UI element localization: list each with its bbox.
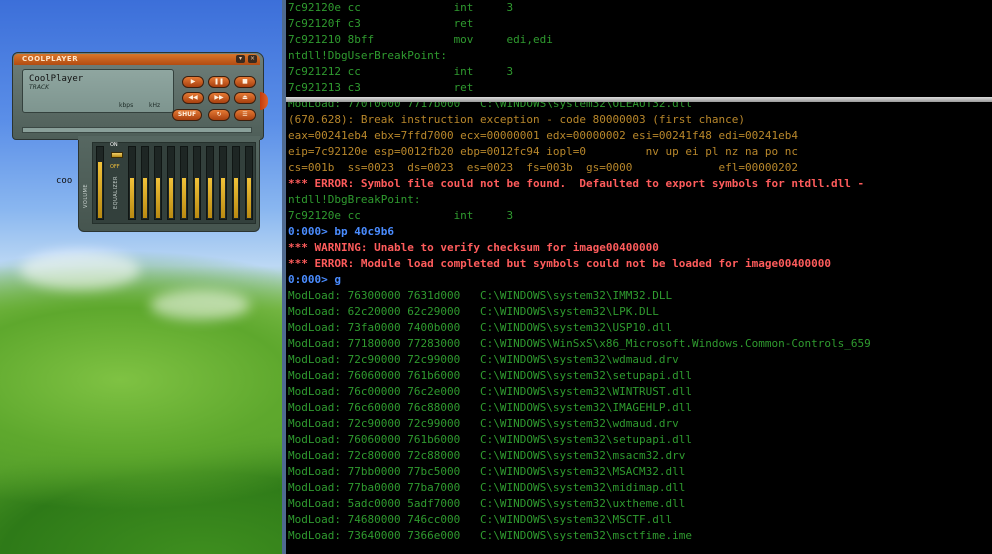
eq-band-slider[interactable] <box>154 146 162 220</box>
console-line: *** ERROR: Symbol file could not be foun… <box>288 177 865 190</box>
console-line: 7c92120e cc int 3 <box>288 1 514 14</box>
eq-band-slider[interactable] <box>141 146 149 220</box>
disassembly-pane[interactable]: 7c92120e cc int 3 7c92120f c3 ret 7c921210… <box>288 0 992 98</box>
console-line: cs=001b ss=0023 ds=0023 es=0023 fs=003b … <box>288 161 798 174</box>
console-line: eax=00241eb4 ebx=7ffd7000 ecx=00000001 e… <box>288 129 798 142</box>
console-line: ModLoad: 73fa0000 7400b000 C:\WINDOWS\sy… <box>288 321 673 334</box>
eq-band-level <box>182 178 186 218</box>
console-line: ModLoad: 5adc0000 5adf7000 C:\WINDOWS\sy… <box>288 497 686 510</box>
eq-band-slider[interactable] <box>180 146 188 220</box>
console-line: ModLoad: 76c00000 76c2e000 C:\WINDOWS\sy… <box>288 385 692 398</box>
console-line: ModLoad: 73640000 7366e000 C:\WINDOWS\sy… <box>288 529 692 542</box>
eq-band-level <box>169 178 173 218</box>
console-line: *** ERROR: Module load completed but sym… <box>288 257 832 270</box>
previous-button[interactable]: ◀◀ <box>182 92 204 104</box>
console-line: ModLoad: 76c60000 76c88000 C:\WINDOWS\sy… <box>288 401 692 414</box>
eq-band-slider[interactable] <box>219 146 227 220</box>
eject-button[interactable]: ⏏ <box>234 92 256 104</box>
console-line: ModLoad: 76060000 761b6000 C:\WINDOWS\sy… <box>288 433 692 446</box>
eq-band-slider[interactable] <box>128 146 136 220</box>
console-line: ModLoad: 72c90000 72c99000 C:\WINDOWS\sy… <box>288 417 679 430</box>
track-display: CoolPlayer TRACK kbps kHz <box>22 69 174 113</box>
eq-band-slider[interactable] <box>206 146 214 220</box>
repeat-button[interactable]: ↻ <box>208 109 230 121</box>
console-line: 7c921213 c3 ret <box>288 81 474 94</box>
console-line: ModLoad: 76060000 761b6000 C:\WINDOWS\sy… <box>288 369 692 382</box>
cloud <box>20 250 140 290</box>
eq-band-level <box>247 178 251 218</box>
console-line: 7c921210 8bff mov edi,edi <box>288 33 553 46</box>
console-line: 0:000> bp 40c9b6 <box>288 225 394 238</box>
eq-band-level <box>130 178 134 218</box>
console-line: ModLoad: 72c80000 72c88000 C:\WINDOWS\sy… <box>288 449 686 462</box>
console-line: ModLoad: 76300000 7631d000 C:\WINDOWS\sy… <box>288 289 673 302</box>
close-button[interactable]: × <box>248 55 257 63</box>
console-line: ModLoad: 74680000 746cc000 C:\WINDOWS\sy… <box>288 513 673 526</box>
console-line: ModLoad: 62c20000 62c29000 C:\WINDOWS\sy… <box>288 305 659 318</box>
coolplayer-title: COOLPLAYER <box>22 55 79 63</box>
eq-band-level <box>156 178 160 218</box>
console-line: ModLoad: 77ba0000 77ba7000 C:\WINDOWS\sy… <box>288 481 686 494</box>
console-line: ModLoad: 77bb0000 77bc5000 C:\WINDOWS\sy… <box>288 465 686 478</box>
seek-bar[interactable] <box>22 127 252 133</box>
eq-band-level <box>234 178 238 218</box>
pause-button[interactable]: ❚❚ <box>208 76 230 88</box>
console-line: (670.628): Break instruction exception -… <box>288 113 745 126</box>
player-name: CoolPlayer <box>29 74 84 84</box>
eq-on-label: ON <box>110 142 118 148</box>
eq-band-level <box>208 178 212 218</box>
eq-band-slider[interactable] <box>232 146 240 220</box>
console-line: 7c921212 cc int 3 <box>288 65 514 78</box>
coolplayer-window[interactable]: COOLPLAYER ▾ × CoolPlayer TRACK kbps kHz… <box>12 52 268 232</box>
eq-band-level <box>221 178 225 218</box>
track-label: TRACK <box>29 84 50 91</box>
volume-slider[interactable] <box>96 146 104 220</box>
console-line: ModLoad: 72c90000 72c99000 C:\WINDOWS\sy… <box>288 353 679 366</box>
console-line: ModLoad: 770f0000 7717b000 C:\WINDOWS\sy… <box>288 102 692 110</box>
eq-toggle-knob[interactable] <box>111 152 123 158</box>
console-line: 7c92120e cc int 3 <box>288 209 514 222</box>
console-line: ntdll!DbgUserBreakPoint: <box>288 49 447 62</box>
stop-button[interactable]: ■ <box>234 76 256 88</box>
equalizer-label: EQUALIZER <box>113 176 119 209</box>
coolplayer-titlebar[interactable]: COOLPLAYER ▾ × <box>14 54 260 65</box>
equalizer-toggle[interactable]: ON OFF <box>110 142 124 174</box>
console-line: ntdll!DbgBreakPoint: <box>288 193 421 206</box>
eq-band-slider[interactable] <box>167 146 175 220</box>
console-line: 0:000> g <box>288 273 341 286</box>
eq-band-slider[interactable] <box>193 146 201 220</box>
menu-button[interactable]: ▾ <box>236 55 245 63</box>
debugger-console[interactable]: 7c92120e cc int 3 7c92120f c3 ret 7c921210… <box>282 0 992 554</box>
eq-band-level <box>195 178 199 218</box>
volume-label: VOLUME <box>83 184 89 208</box>
kbps-label: kbps <box>119 102 134 109</box>
eq-band-level <box>143 178 147 218</box>
next-button[interactable]: ▶▶ <box>208 92 230 104</box>
shuffle-button[interactable]: SHUF <box>172 109 202 121</box>
eq-off-label: OFF <box>110 164 120 170</box>
console-line: 7c92120f c3 ret <box>288 17 474 30</box>
volume-level <box>98 162 102 218</box>
command-output-pane[interactable]: ModLoad: 770f0000 7717b000 C:\WINDOWS\sy… <box>288 102 992 554</box>
playlist-button[interactable]: ☰ <box>234 109 256 121</box>
play-button[interactable]: ▶ <box>182 76 204 88</box>
console-line: *** WARNING: Unable to verify checksum f… <box>288 241 659 254</box>
eq-band-slider[interactable] <box>245 146 253 220</box>
cloud <box>150 290 250 320</box>
console-line: eip=7c92120e esp=0012fb20 ebp=0012fc94 i… <box>288 145 798 158</box>
console-line: ModLoad: 77180000 77283000 C:\WINDOWS\Wi… <box>288 337 871 350</box>
khz-label: kHz <box>149 102 161 109</box>
